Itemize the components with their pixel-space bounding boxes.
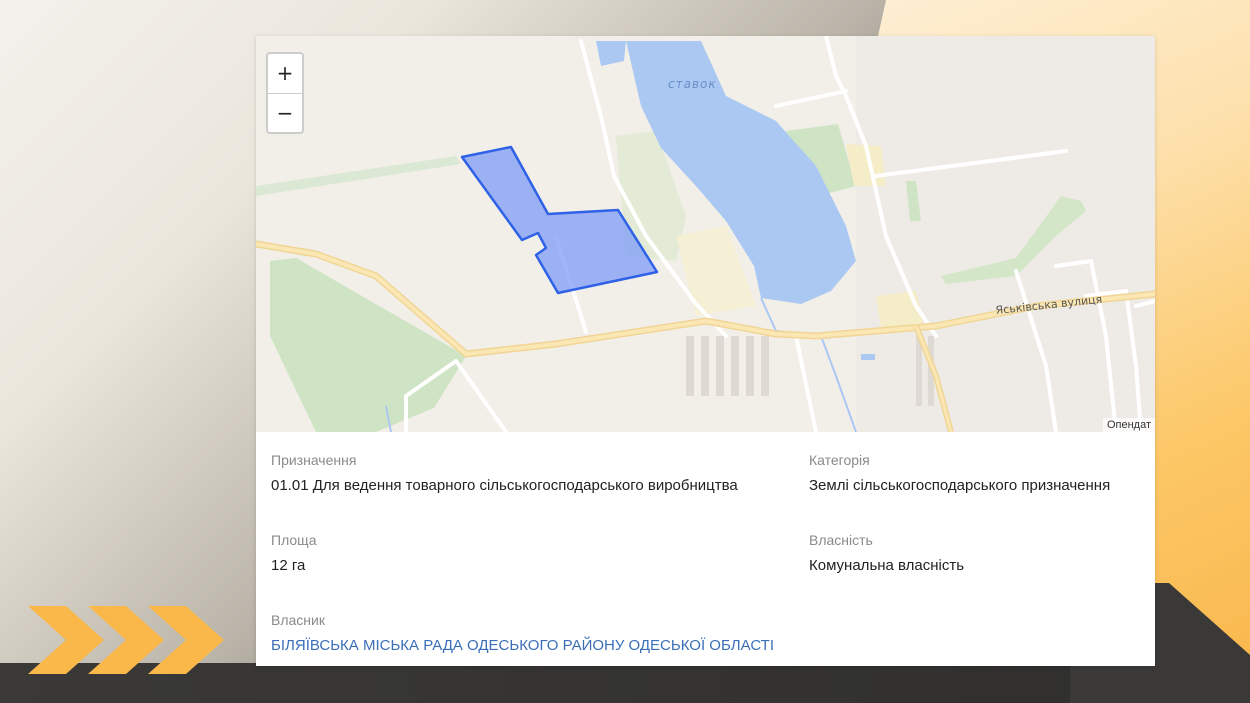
zoom-control: + −	[266, 52, 304, 134]
ownership-label: Власність	[809, 532, 873, 548]
parcel-map[interactable]: ставок Яськівська вулиця + − Опендат	[256, 36, 1155, 432]
purpose-label: Призначення	[271, 452, 357, 468]
owner-link[interactable]: БІЛЯЇВСЬКА МІСЬКА РАДА ОДЕСЬКОГО РАЙОНУ …	[271, 637, 774, 654]
area-field: Площа 12 га	[271, 532, 316, 574]
category-label: Категорія	[809, 452, 870, 468]
map-canvas[interactable]: ставок Яськівська вулиця	[256, 36, 1155, 432]
ownership-field: Власність Комунальна власність	[809, 532, 964, 574]
purpose-field: Призначення 01.01 Для ведення товарного …	[271, 452, 738, 494]
owner-field: Власник БІЛЯЇВСЬКА МІСЬКА РАДА ОДЕСЬКОГО…	[271, 612, 774, 654]
zoom-out-button[interactable]: −	[268, 94, 302, 133]
purpose-value: 01.01 Для ведення товарного сільськогосп…	[271, 477, 738, 494]
parcel-card: ставок Яськівська вулиця + − Опендат При…	[256, 36, 1155, 666]
category-value: Землі сільськогосподарського призначення	[809, 477, 1111, 494]
area-value: 12 га	[271, 557, 306, 574]
lake-label: ставок	[668, 77, 717, 91]
category-field: Категорія Землі сільськогосподарського п…	[809, 452, 1110, 494]
owner-label: Власник	[271, 612, 325, 628]
map-attribution[interactable]: Опендат	[1102, 418, 1155, 432]
ownership-value: Комунальна власність	[809, 557, 965, 574]
chevron-decoration-icon	[28, 606, 224, 674]
area-label: Площа	[271, 532, 317, 548]
zoom-in-button[interactable]: +	[268, 54, 302, 94]
parcel-info: Призначення 01.01 Для ведення товарного …	[256, 432, 1155, 666]
